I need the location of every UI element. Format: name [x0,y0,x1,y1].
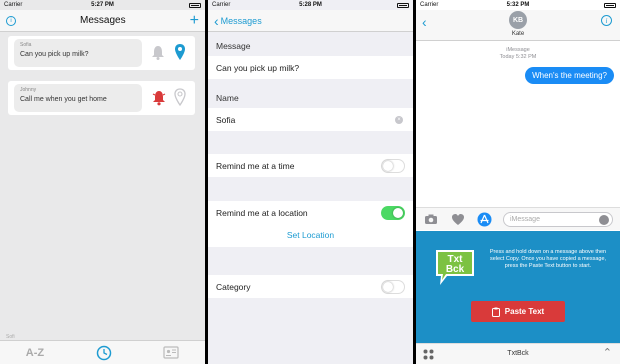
avatar[interactable]: KB [509,11,527,29]
sender-name: Sofia [20,42,32,48]
location-pin-icon[interactable] [174,43,186,61]
toggle-knob [383,281,393,292]
message-bubble[interactable]: Sofia Can you pick up milk? [14,39,142,67]
chevron-up-icon[interactable]: ⌃ [603,346,612,359]
message-detail-screen: Carrier 5:28 PM ‹ Messages Message Can y… [208,0,413,364]
tab-bar: A-Z [0,340,205,364]
toggle-knob [393,207,403,218]
name-field[interactable]: Sofia × [208,108,413,131]
status-time: 5:27 PM [91,2,114,8]
location-pin-icon[interactable] [174,88,186,106]
contacts-icon[interactable] [163,346,179,359]
remind-time-row: Remind me at a time [208,154,413,177]
nav-bar: ‹ Messages [208,10,413,32]
name-section-label: Name [216,93,239,103]
name-value: Sofia [216,114,236,125]
contact-name[interactable]: Kate [416,31,620,37]
screenshot-collage: Carrier 5:27 PM i Messages + Sofia Can y… [0,0,620,364]
paste-text-label: Paste Text [504,307,545,316]
sender-name: Johnny [20,87,37,93]
digital-touch-icon[interactable] [451,213,465,226]
remind-time-toggle[interactable] [381,158,405,173]
battery-icon [397,2,409,8]
page-title: Messages [80,15,126,26]
toggle-knob [383,160,393,171]
chevron-left-icon[interactable]: ‹ [422,14,427,30]
message-text: Call me when you get home [20,96,107,103]
remind-location-label: Remind me at a location [216,207,308,218]
back-button[interactable]: Messages [221,16,262,26]
battery-icon [604,2,616,8]
message-timestamp: Today 5:32 PM [499,54,537,60]
clear-icon[interactable]: × [395,115,403,124]
list-item[interactable]: Sofia Can you pick up milk? [8,36,195,70]
chevron-left-icon[interactable]: ‹ [214,14,219,28]
message-section-label: Message [216,41,251,51]
app-store-icon[interactable] [477,212,492,227]
microphone-icon[interactable] [599,215,609,225]
instructions-text: Press and hold down on a message above t… [489,249,607,269]
imessage-input-placeholder: iMessage [510,216,540,223]
message-bubble[interactable]: Johnny Call me when you get home [14,84,142,112]
txtbck-logo: Txt Bck [436,250,474,285]
nav-bar: i Messages + [0,10,205,32]
message-value: Can you pick up milk? [216,62,300,73]
paste-text-button[interactable]: Paste Text [471,301,565,322]
plus-icon[interactable]: + [190,12,199,29]
remind-time-label: Remind me at a time [216,160,295,171]
compose-bar: iMessage [416,207,620,230]
conversation-header: ‹ KB Kate i [416,10,620,41]
info-icon[interactable]: i [6,15,16,26]
message-field[interactable]: Can you pick up milk? [208,56,413,79]
status-bar: Carrier 5:28 PM [208,0,413,10]
remind-location-row: Remind me at a location [208,201,413,224]
set-location-button[interactable]: Set Location [208,230,413,240]
txtbck-extension-panel: Txt Bck Press and hold down on a message… [416,231,620,343]
imessage-input[interactable]: iMessage [503,212,613,227]
clock-icon[interactable] [96,345,112,361]
message-text: Can you pick up milk? [20,51,89,58]
status-bar: Carrier 5:27 PM [0,0,205,10]
bell-icon[interactable] [151,45,165,60]
status-time: 5:28 PM [299,2,322,8]
sent-message-bubble[interactable]: When's the meeting? [525,67,614,84]
tab-sort-az[interactable]: A-Z [26,347,44,359]
imessage-label: iMessage [506,47,530,53]
remind-location-toggle[interactable] [381,205,405,220]
app-drawer-bar: TxtBck ⌃ [416,343,620,364]
info-icon[interactable]: i [601,15,612,26]
app-name-label: TxtBck [507,350,529,357]
category-toggle[interactable] [381,279,405,294]
status-time: 5:32 PM [506,2,530,8]
battery-icon [189,2,201,8]
imessage-header: iMessage Today 5:32 PM [416,47,620,61]
logo-text-line2: Bck [446,264,465,275]
status-bar: Carrier 5:32 PM [416,0,620,10]
category-row: Category [208,275,413,298]
list-item[interactable]: Johnny Call me when you get home [8,81,195,115]
clipboard-icon [491,307,500,317]
bell-alert-icon[interactable] [151,90,167,106]
category-label: Category [216,281,251,292]
imessage-screen: Carrier 5:32 PM ‹ KB Kate i iMessage Tod… [416,0,620,364]
camera-icon[interactable] [424,214,438,225]
messages-list-screen: Carrier 5:27 PM i Messages + Sofia Can y… [0,0,205,364]
